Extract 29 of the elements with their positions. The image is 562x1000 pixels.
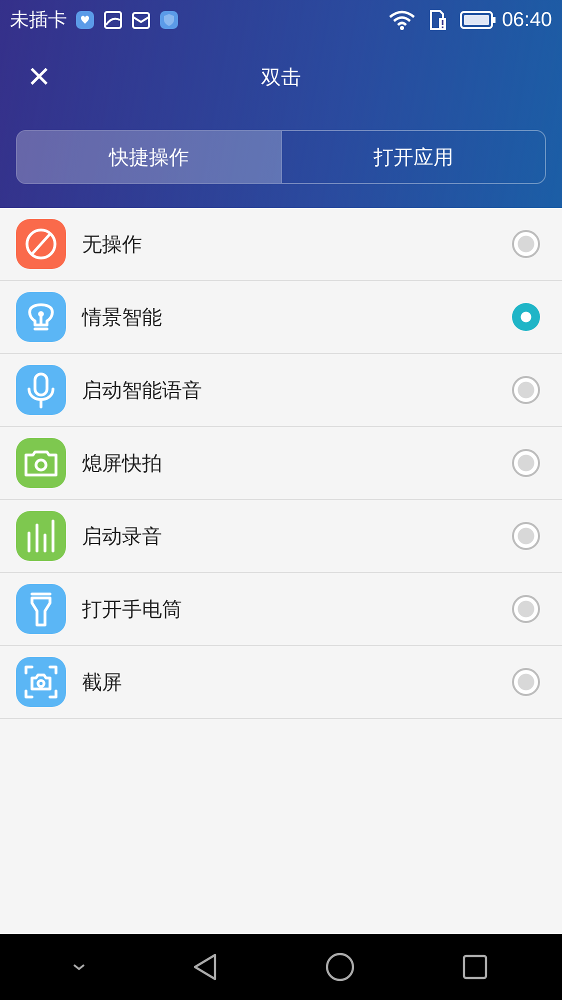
radio-button[interactable] <box>512 376 540 404</box>
clock-text: 06:40 <box>502 8 552 32</box>
close-button[interactable]: × <box>24 58 54 96</box>
radio-button[interactable] <box>512 522 540 550</box>
wifi-icon <box>388 10 416 30</box>
option-label: 启动智能语音 <box>82 376 203 404</box>
option-label: 情景智能 <box>82 304 163 330</box>
envelope-icon <box>131 10 151 30</box>
option-label: 无操作 <box>82 230 143 258</box>
health-app-icon <box>75 10 95 30</box>
radio-button[interactable] <box>512 668 540 696</box>
chevron-down-icon[interactable] <box>72 962 86 972</box>
segment-tab[interactable]: 打开应用 <box>280 131 545 183</box>
segment-tab[interactable]: 快捷操作 <box>17 131 280 183</box>
carrier-text: 未插卡 <box>10 8 67 33</box>
option-label: 打开手电筒 <box>82 596 183 622</box>
option-label: 熄屏快拍 <box>82 450 163 476</box>
battery-icon <box>460 10 496 30</box>
radio-button[interactable] <box>512 595 540 623</box>
radio-button[interactable] <box>512 449 540 477</box>
page-title: 双击 <box>260 64 302 90</box>
sim-alert-icon <box>428 9 448 31</box>
home-icon[interactable] <box>325 952 356 982</box>
option-label: 截屏 <box>82 668 123 696</box>
image-icon <box>103 10 123 30</box>
radio-button[interactable] <box>512 303 540 331</box>
radio-button[interactable] <box>512 230 540 258</box>
shield-icon <box>159 10 179 30</box>
option-label: 启动录音 <box>82 522 163 550</box>
